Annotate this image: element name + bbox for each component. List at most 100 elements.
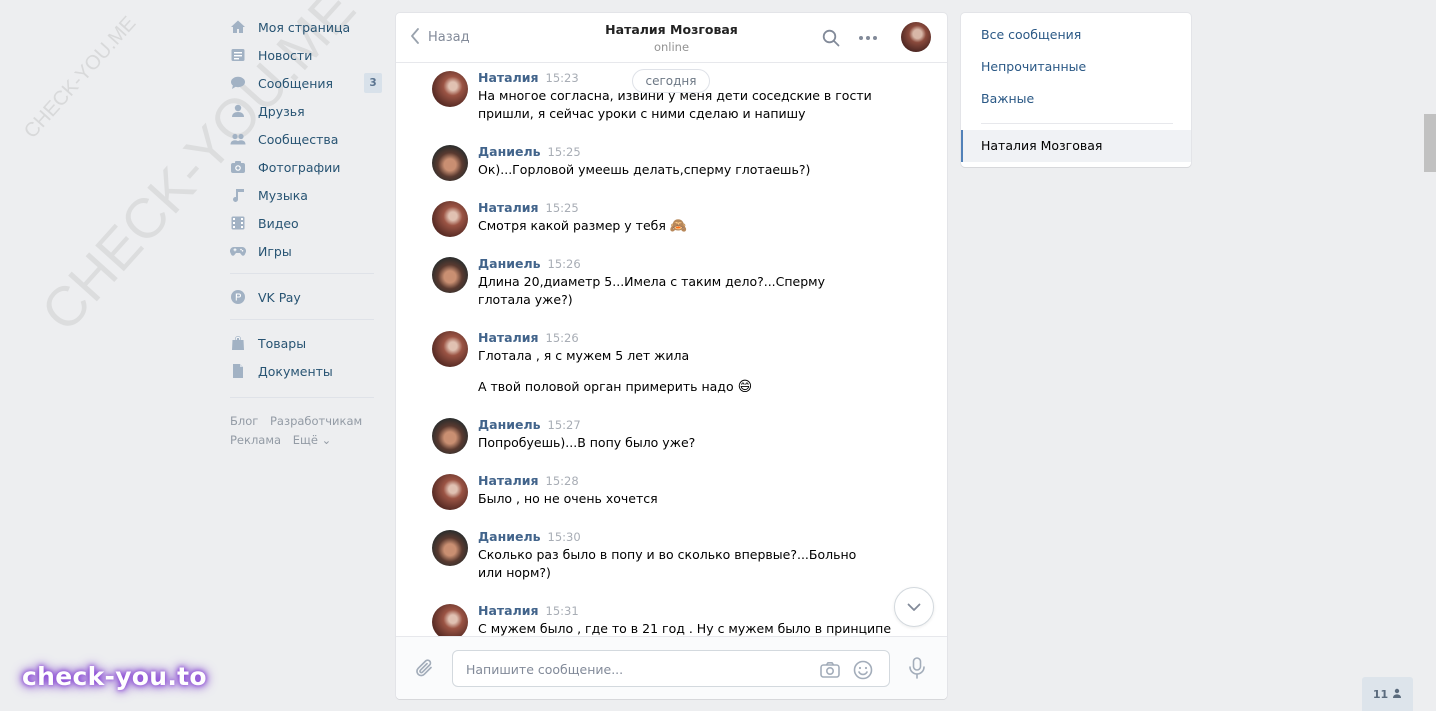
- emoji-icon[interactable]: [852, 659, 874, 681]
- message-author[interactable]: Даниель: [478, 529, 541, 544]
- scroll-to-bottom-button[interactable]: [894, 587, 934, 627]
- games-icon: [230, 243, 246, 259]
- more-icon[interactable]: [858, 28, 878, 48]
- person-icon: [1392, 688, 1402, 701]
- nav-footer: Блог Разработчикам Реклама Ещё ⌄: [230, 412, 382, 450]
- message-input[interactable]: [466, 660, 796, 678]
- message-input-box[interactable]: [452, 650, 890, 687]
- message-author[interactable]: Наталия: [478, 603, 539, 618]
- message-time: 15:27: [547, 418, 581, 432]
- message-author[interactable]: Наталия: [478, 330, 539, 345]
- nav-label: Музыка: [258, 187, 308, 203]
- message-text: А твой половой орган примерить надо 😄: [478, 378, 902, 396]
- footer-link-blog[interactable]: Блог: [230, 414, 258, 428]
- nav-label: Новости: [258, 47, 313, 63]
- nav-divider: [230, 397, 374, 398]
- message-text: Смотря какой размер у тебя 🙈: [478, 217, 902, 235]
- message-author[interactable]: Наталия: [478, 200, 539, 215]
- message-history[interactable]: сегодня Наталия 15:23 На многое согласна,…: [396, 64, 947, 636]
- nav-label: Видео: [258, 215, 299, 231]
- avatar[interactable]: [432, 145, 468, 181]
- message-text: Глотала , я с мужем 5 лет жила: [478, 348, 690, 363]
- camera-icon: [230, 159, 246, 175]
- filter-all-messages[interactable]: Все сообщения: [961, 19, 1191, 51]
- nav-label: Товары: [258, 335, 307, 351]
- nav-item-games[interactable]: Игры: [230, 237, 382, 265]
- message: Наталия 15:26 Глотала , я с мужем 5 лет ж…: [432, 329, 902, 396]
- message-time: 15:30: [547, 530, 581, 544]
- message-text: Попробуешь)...В попу было уже?: [478, 435, 696, 450]
- nav-item-photos[interactable]: Фотографии: [230, 153, 382, 181]
- nav-item-friends[interactable]: Друзья: [230, 97, 382, 125]
- avatar[interactable]: [432, 474, 468, 510]
- document-icon: [230, 363, 246, 379]
- emoji: 😄: [737, 379, 753, 395]
- nav-item-music[interactable]: Музыка: [230, 181, 382, 209]
- online-friends-counter[interactable]: 11: [1362, 677, 1413, 711]
- watermark-diagonal-small: CHECK-YOU.ME: [20, 12, 141, 143]
- home-icon: [230, 19, 246, 35]
- microphone-icon[interactable]: [906, 656, 928, 680]
- chat-header: Назад Наталия Мозговая online: [396, 13, 947, 63]
- panel-divider: [981, 123, 1173, 124]
- camera-icon[interactable]: [819, 659, 841, 681]
- bag-icon: [230, 335, 246, 351]
- message: Даниель 15:25 Ок)...Горловой умеешь делат…: [432, 143, 902, 181]
- message-composer: [396, 636, 947, 699]
- brand-watermark: check-you.to: [22, 662, 207, 691]
- nav-item-news[interactable]: Новости: [230, 41, 382, 69]
- chat-panel: Назад Наталия Мозговая online сегодня На…: [396, 13, 947, 699]
- message-time: 15:26: [547, 257, 581, 271]
- nav-label: Моя страница: [258, 19, 351, 35]
- communities-icon: [230, 131, 246, 147]
- nav-label: Сообщения: [258, 75, 334, 91]
- nav-item-vk-pay[interactable]: VK Pay: [230, 283, 382, 311]
- peer-avatar[interactable]: [901, 22, 931, 52]
- message: Даниель 15:26 Длина 20,диаметр 5...Имела …: [432, 255, 902, 309]
- footer-link-more[interactable]: Ещё ⌄: [293, 433, 331, 447]
- message-author[interactable]: Наталия: [478, 473, 539, 488]
- video-icon: [230, 215, 246, 231]
- nav-label: Друзья: [258, 103, 305, 119]
- avatar[interactable]: [432, 331, 468, 367]
- nav-item-video[interactable]: Видео: [230, 209, 382, 237]
- nav-item-goods[interactable]: Товары: [230, 329, 382, 357]
- message-time: 15:25: [547, 145, 581, 159]
- message-author[interactable]: Даниель: [478, 417, 541, 432]
- avatar[interactable]: [432, 71, 468, 107]
- filter-important[interactable]: Важные: [961, 83, 1191, 115]
- attach-icon[interactable]: [414, 657, 436, 679]
- message: Даниель 15:27 Попробуешь)...В попу было у…: [432, 416, 902, 454]
- message-author[interactable]: Даниель: [478, 144, 541, 159]
- nav-item-messages[interactable]: Сообщения 3: [230, 69, 382, 97]
- search-icon[interactable]: [821, 28, 841, 48]
- online-count: 11: [1372, 687, 1389, 701]
- nav-item-documents[interactable]: Документы: [230, 357, 382, 385]
- message-text: Длина 20,диаметр 5...Имела с таким дело?…: [478, 274, 826, 307]
- message-time: 15:31: [545, 604, 579, 618]
- nav-label: Сообщества: [258, 131, 339, 147]
- nav-item-communities[interactable]: Сообщества: [230, 125, 382, 153]
- footer-link-ads[interactable]: Реклама: [230, 433, 281, 447]
- avatar[interactable]: [432, 530, 468, 566]
- nav-label: VK Pay: [258, 289, 301, 305]
- avatar[interactable]: [432, 257, 468, 293]
- message: Наталия 15:28 Было , но не очень хочется: [432, 472, 902, 510]
- message: Наталия 15:31 С мужем было , где то в 21 …: [432, 602, 902, 636]
- message-text-content: Смотря какой размер у тебя: [478, 218, 666, 233]
- left-navigation: Моя страница Новости Сообщения 3 Друзья …: [230, 13, 382, 450]
- message-time: 15:25: [545, 201, 579, 215]
- message: Наталия 15:25 Смотря какой размер у тебя …: [432, 199, 902, 237]
- message-author[interactable]: Наталия: [478, 70, 539, 85]
- chevron-down-icon: [907, 600, 921, 615]
- active-conversation[interactable]: Наталия Мозговая: [961, 130, 1191, 162]
- footer-link-developers[interactable]: Разработчикам: [270, 414, 362, 428]
- filter-unread[interactable]: Непрочитанные: [961, 51, 1191, 83]
- nav-item-my-page[interactable]: Моя страница: [230, 13, 382, 41]
- avatar[interactable]: [432, 604, 468, 636]
- message-author[interactable]: Даниель: [478, 256, 541, 271]
- page-scrollbar[interactable]: [1424, 114, 1436, 172]
- avatar[interactable]: [432, 418, 468, 454]
- message-text: Было , но не очень хочется: [478, 491, 658, 506]
- avatar[interactable]: [432, 201, 468, 237]
